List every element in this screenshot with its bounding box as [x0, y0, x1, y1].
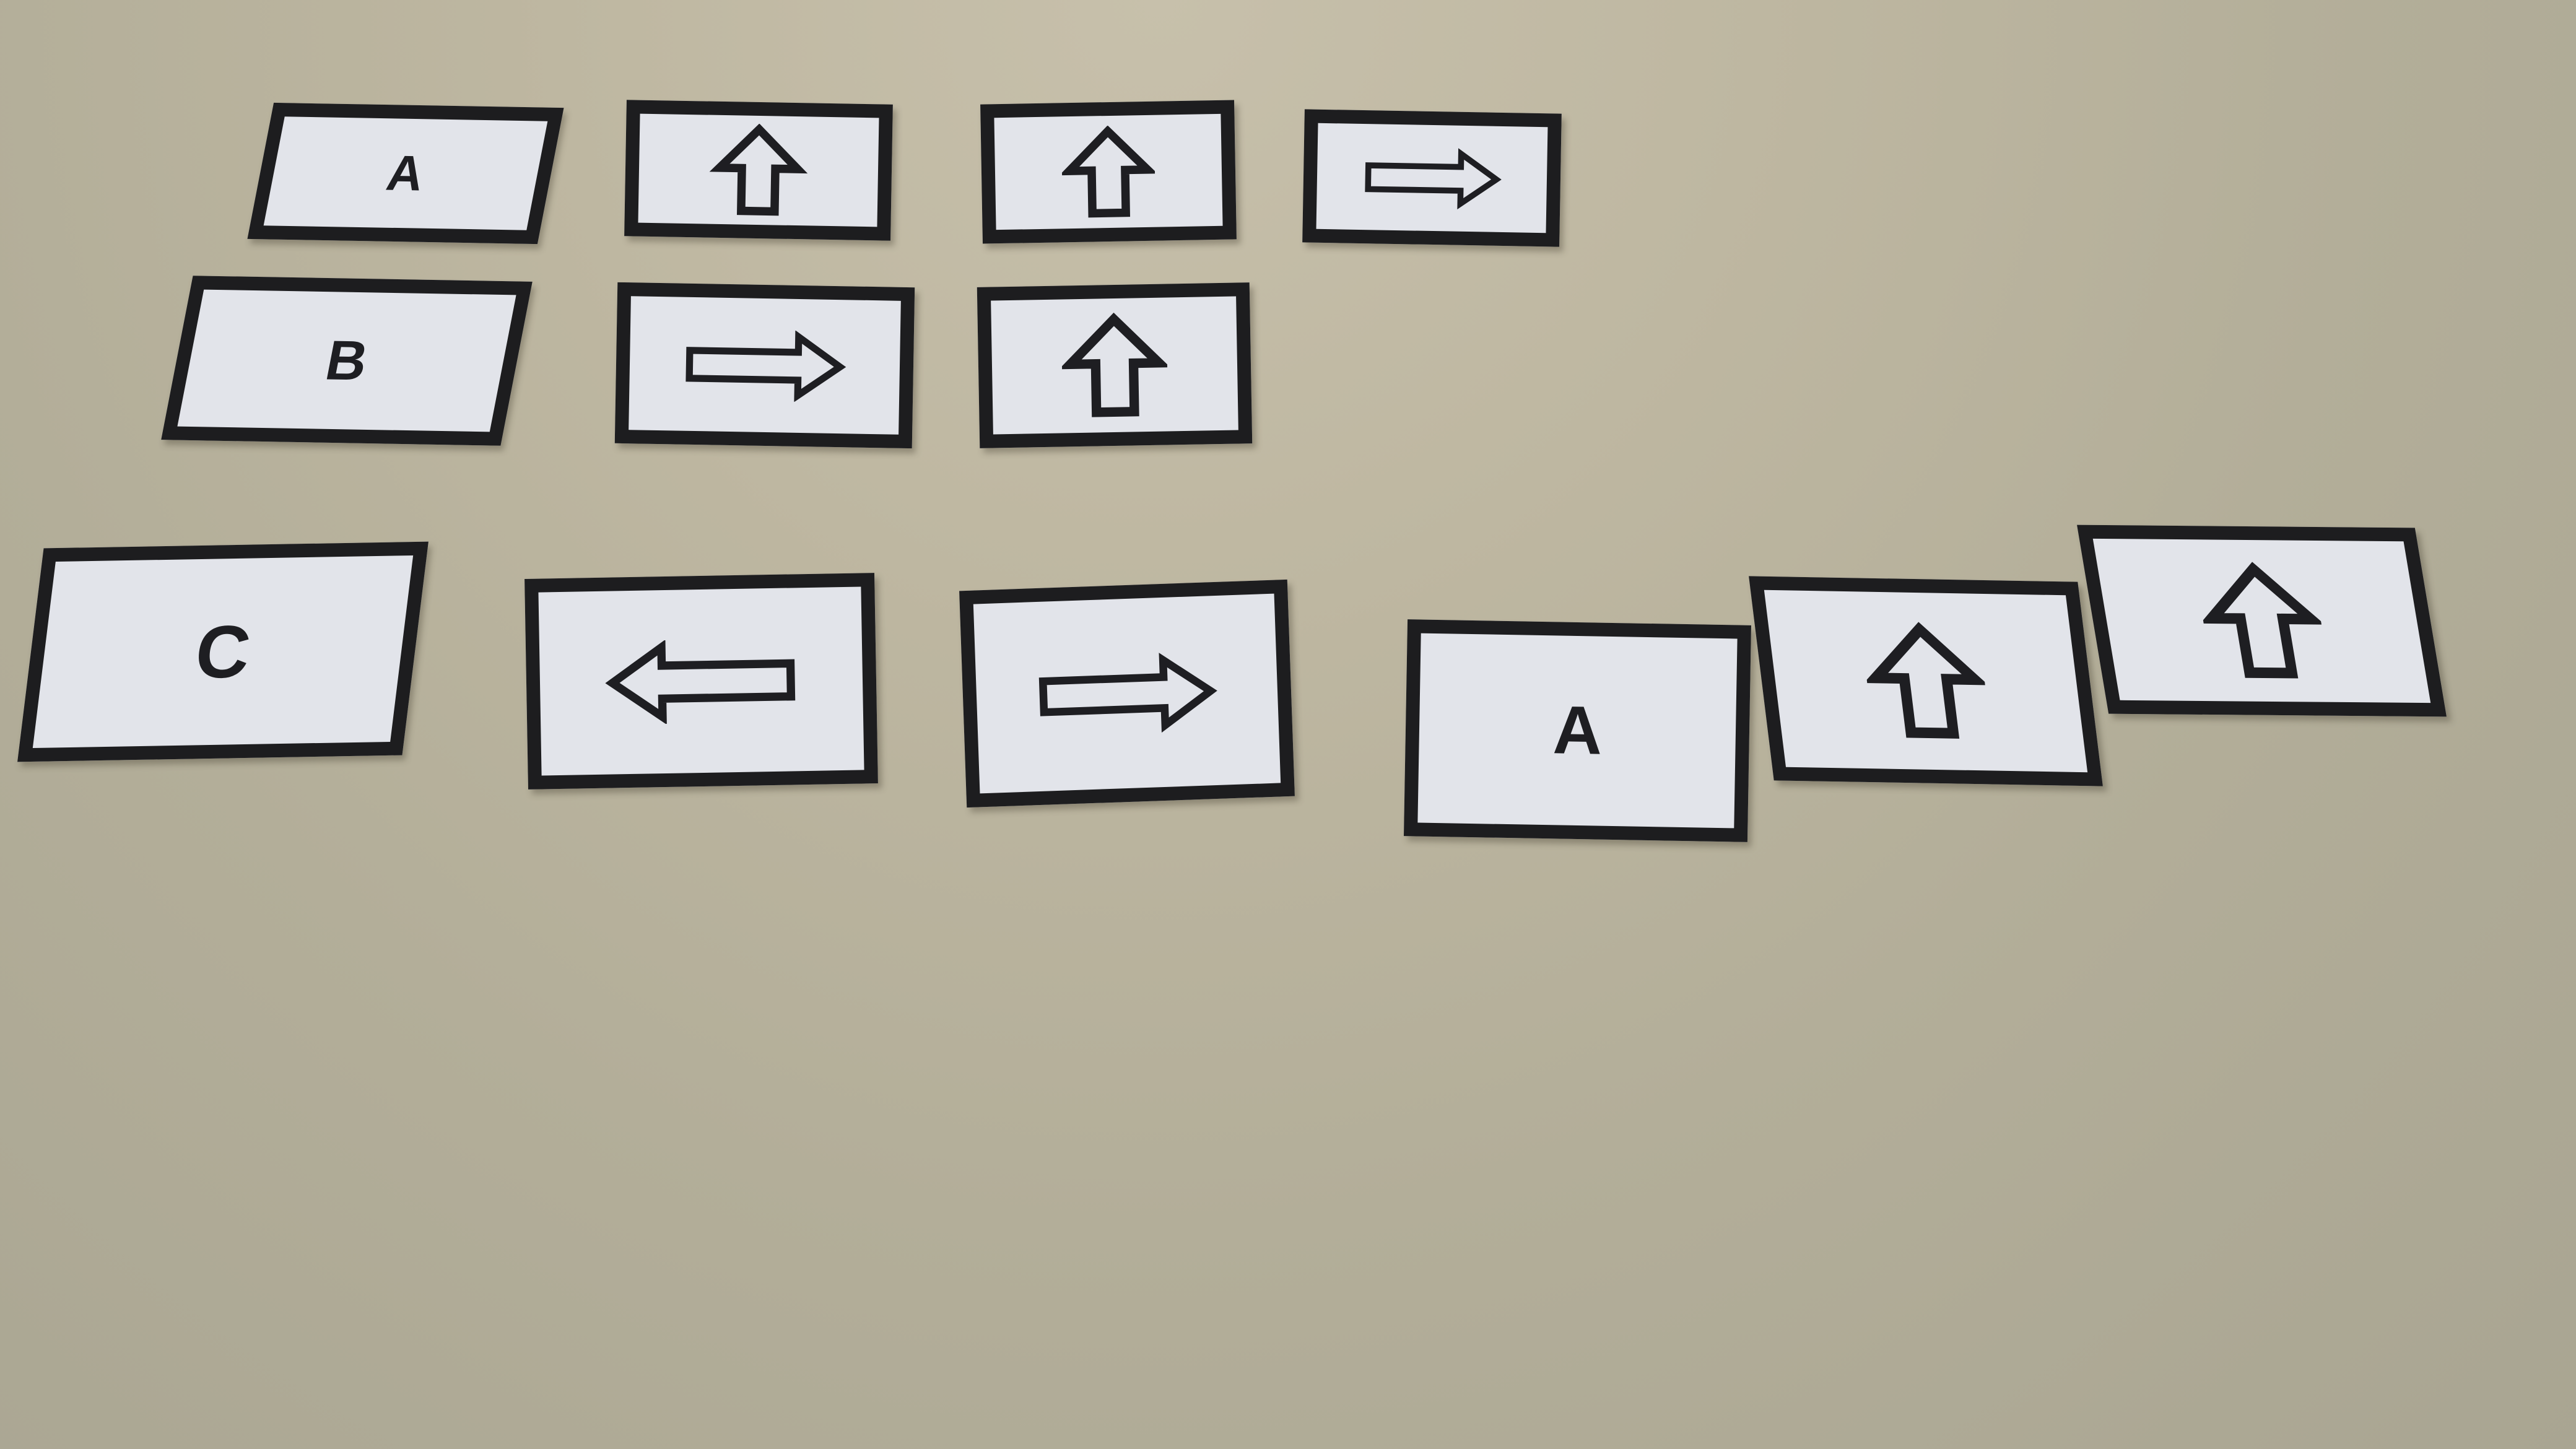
card-letter-a: A	[247, 102, 564, 245]
arrow-up-icon	[1061, 312, 1168, 417]
card-letter: B	[320, 329, 373, 393]
card-letter: A	[1552, 692, 1603, 769]
card-arrow-up	[2077, 524, 2447, 717]
card-letter-a: A	[1403, 619, 1752, 842]
card-letter-c: C	[17, 541, 429, 762]
arrow-right-icon	[685, 329, 846, 402]
card-letter: C	[191, 609, 255, 694]
card-arrow-left	[524, 573, 878, 790]
arrow-left-icon	[604, 639, 795, 724]
arrow-up-icon	[709, 123, 808, 216]
card-arrow-up	[980, 100, 1237, 244]
card-letter-b: B	[161, 276, 533, 446]
card-arrow-right	[959, 579, 1295, 808]
card-arrow-right	[614, 282, 915, 449]
wall-background: A B C A	[0, 0, 2576, 1449]
arrow-up-icon	[1863, 622, 1989, 739]
card-arrow-up	[1749, 576, 2103, 786]
arrow-right-icon	[1038, 652, 1217, 733]
card-arrow-up	[624, 100, 893, 241]
card-letter: A	[382, 145, 429, 201]
arrow-up-icon	[2200, 561, 2325, 679]
card-arrow-right	[1302, 109, 1562, 247]
card-arrow-up	[977, 282, 1253, 448]
arrow-up-icon	[1061, 124, 1156, 217]
arrow-right-icon	[1364, 147, 1502, 209]
